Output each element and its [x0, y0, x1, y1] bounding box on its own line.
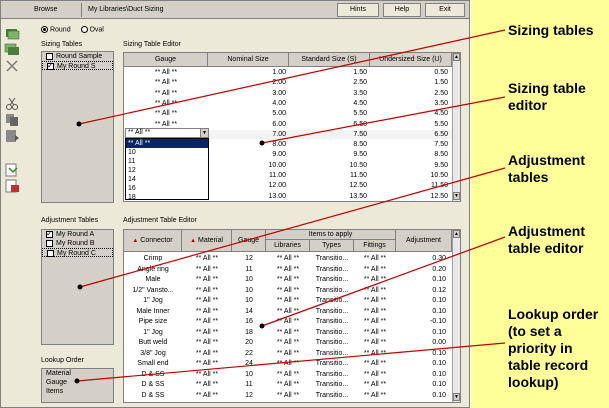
callout-sizing-tables: Sizing tables [508, 22, 594, 38]
callout-adjustment-tables: Adjustment tables [508, 152, 585, 185]
callout-dot [259, 323, 265, 329]
callout-dot [259, 140, 265, 146]
callout-line-sizing-editor [261, 96, 506, 144]
callout-dot [74, 378, 80, 384]
callout-line-lookup-order [76, 342, 506, 382]
callout-adjustment-table-editor: Adjustment table editor [508, 223, 585, 256]
callout-lookup-order: Lookup order (to set a priority in table… [508, 306, 599, 390]
callout-line-adjustment-tables [79, 167, 506, 288]
callout-dot [76, 121, 82, 127]
callout-sizing-table-editor: Sizing table editor [508, 80, 586, 113]
callout-dot [77, 284, 83, 290]
callout-line-adjustment-editor [261, 236, 506, 327]
callout-line-sizing-tables [78, 29, 506, 125]
